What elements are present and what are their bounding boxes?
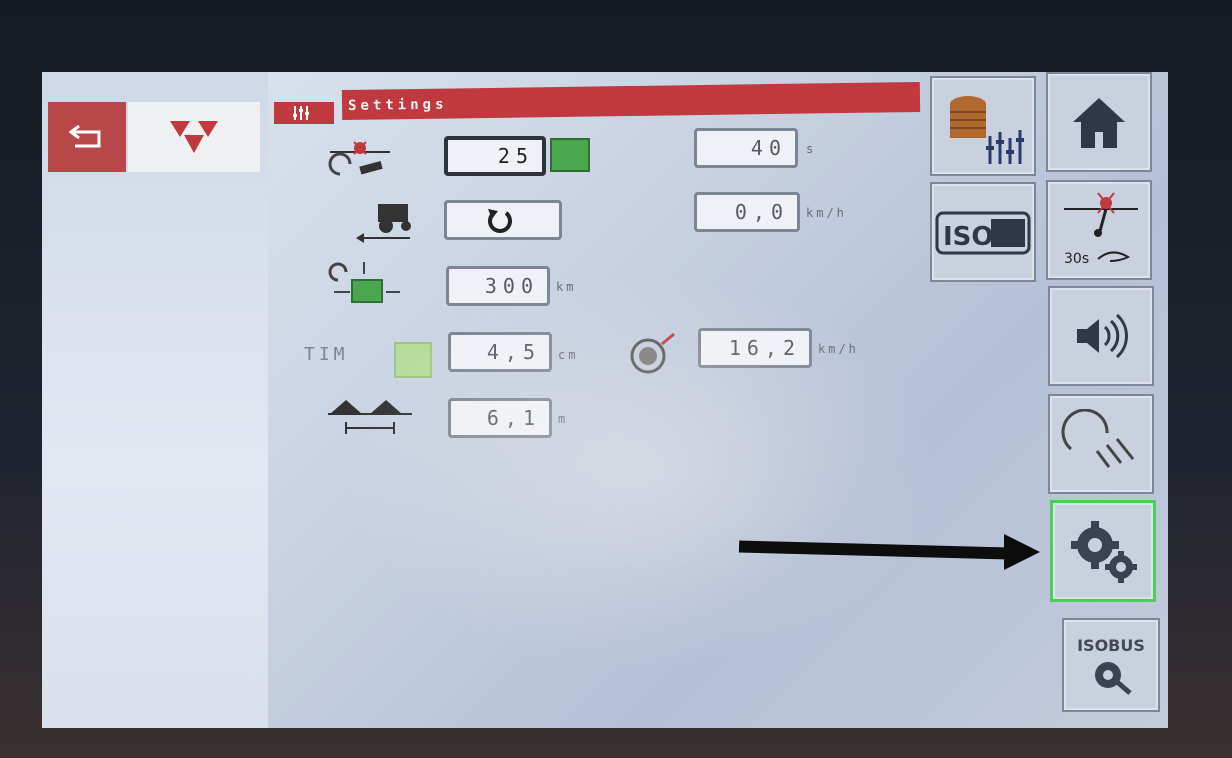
seeder-timer-icon: 30s [1064,192,1138,267]
back-button[interactable] [48,102,126,172]
working-width-field[interactable]: 6,1 [448,398,552,438]
headlight-icon [1061,409,1135,468]
hopper-sliders-icon [950,96,1024,164]
settings-title-icon [274,102,334,124]
light-button[interactable] [1048,394,1154,494]
distance-field[interactable]: 300 [446,266,550,306]
depth-field[interactable]: 4,5 [448,332,552,372]
tim-label: TIM [304,344,349,365]
svg-text:ISO: ISO [943,222,994,252]
travel-speed-field[interactable]: 16,2 [698,328,812,368]
tim-section-indicator [394,342,432,378]
working-width-unit: m [558,412,569,426]
gear-wrench-icon [1095,661,1132,695]
triple-triangle-logo-icon [170,121,218,153]
speed-field[interactable]: 0,0 [694,192,800,232]
home-button[interactable] [1046,72,1152,172]
travel-speed-unit: km/h [818,342,859,356]
time-unit: s [806,142,817,156]
seed-rate-field[interactable]: 25 [444,136,546,176]
sound-button[interactable] [1048,286,1154,386]
timer-label: 30s [1064,251,1089,267]
speaker-icon [1077,313,1128,359]
terminal-screen: Settings 25 40 s 0,0 km/h 300 km TIM 4,5… [42,72,1168,728]
isobus-button[interactable]: ISO [930,182,1036,282]
speed-unit: km/h [806,206,847,220]
cycle-arrow-icon [488,209,512,233]
time-field[interactable]: 40 [694,128,798,168]
annotation-arrow-shaft [738,540,1010,560]
back-arrow-icon [68,124,101,148]
page-title: Settings [341,81,921,121]
isobus-settings-label: ISOBUS [1077,635,1145,655]
seeder-timer-button[interactable]: 30s [1046,180,1152,280]
section-indicator [550,138,590,172]
slider-icon [293,106,309,120]
isobus-settings-button[interactable]: ISOBUS [1062,618,1160,712]
machine-settings-button[interactable] [930,76,1036,176]
settings-button[interactable] [1050,500,1156,602]
brand-logo [128,102,260,172]
isobus-logo-icon: ISO [935,211,1031,255]
auto-mode-selector[interactable] [444,200,562,240]
tractor-reverse-icon [356,204,411,243]
wheel-speed-icon [630,332,675,374]
gears-icon [1071,521,1137,583]
section-distance-icon [328,262,400,303]
annotation-arrow-head [1004,534,1040,570]
working-width-icon [328,400,412,434]
home-icon [1073,98,1125,148]
seed-rate-icon [328,141,390,176]
depth-unit: cm [558,348,579,362]
distance-unit: km [556,280,577,294]
